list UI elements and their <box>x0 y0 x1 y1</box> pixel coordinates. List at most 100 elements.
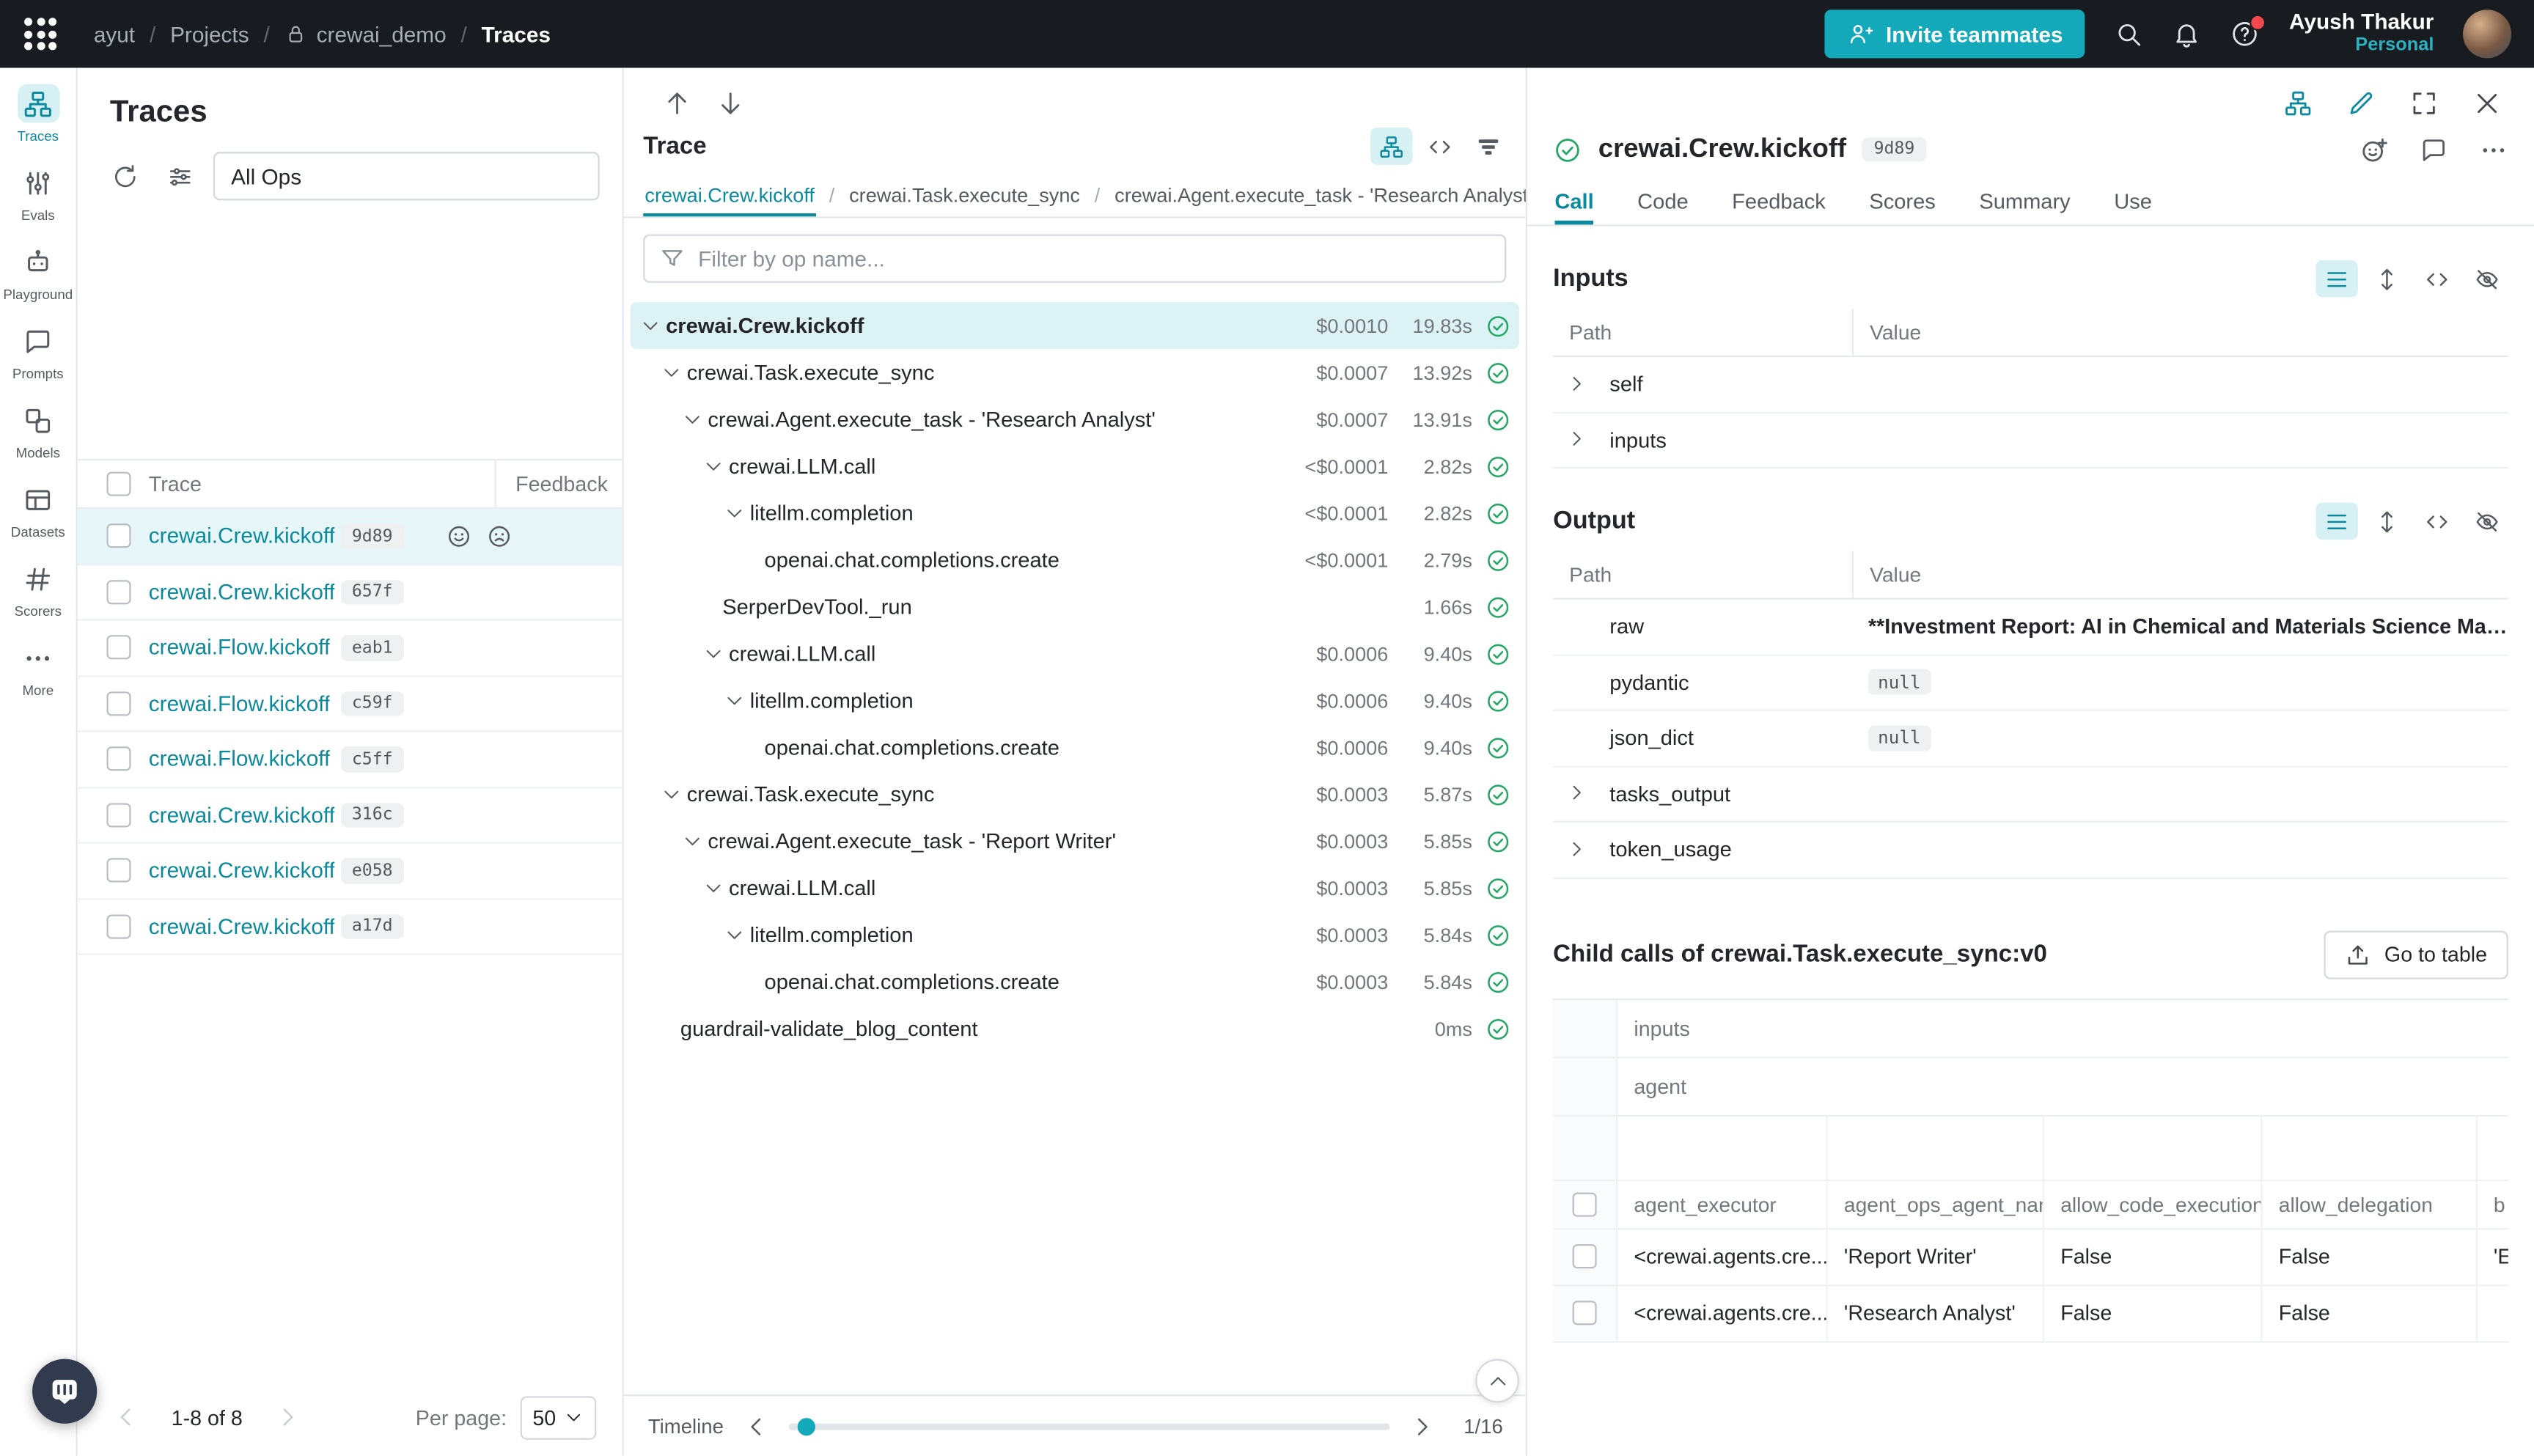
trace-tree-node[interactable]: openai.chat.completions.create$0.00035.8… <box>631 958 1519 1005</box>
trace-row[interactable]: crewai.Crew.kickoffe058 <box>78 844 623 900</box>
output-code-view-button[interactable] <box>2416 502 2458 540</box>
breadcrumb-projects[interactable]: Projects <box>170 22 249 46</box>
tab-code[interactable]: Code <box>1637 177 1688 224</box>
trace-tree-node[interactable]: SerperDevTool._run1.66s <box>631 584 1519 630</box>
op-filter-input[interactable] <box>698 246 1490 271</box>
trace-tree-node[interactable]: litellm.completion$0.00069.40s <box>631 677 1519 724</box>
trace-link[interactable]: crewai.Flow.kickoff <box>149 691 331 716</box>
comment-icon[interactable] <box>2420 135 2449 164</box>
select-all-checkbox[interactable] <box>1573 1192 1597 1216</box>
kv-row-json_dict[interactable]: json_dictnull <box>1553 711 2508 767</box>
rail-item-evals[interactable]: Evals <box>1 163 75 224</box>
trace-tree-node[interactable]: crewai.Agent.execute_task - 'Report Writ… <box>631 817 1519 864</box>
per-page-select[interactable]: 50 <box>520 1395 597 1439</box>
inputs-expand-rows-button[interactable] <box>2366 260 2408 298</box>
trace-tree-node[interactable]: crewai.LLM.call$0.00035.85s <box>631 864 1519 911</box>
chevron-right-icon[interactable] <box>1566 782 1589 805</box>
chevron-down-icon[interactable] <box>658 359 683 385</box>
search-icon[interactable] <box>2115 19 2144 48</box>
rail-item-prompts[interactable]: Prompts <box>1 322 75 382</box>
trace-tree-node[interactable]: crewai.LLM.call<$0.00012.82s <box>631 443 1519 490</box>
timeline-slider[interactable] <box>788 1423 1389 1430</box>
timeline-prev-button[interactable] <box>743 1413 768 1438</box>
trace-link[interactable]: crewai.Flow.kickoff <box>149 747 331 771</box>
inputs-hide-button[interactable] <box>2466 260 2508 298</box>
next-trace-button[interactable] <box>716 89 745 118</box>
chevron-right-icon[interactable] <box>1566 429 1589 452</box>
breadcrumb-project[interactable]: crewai_demo <box>284 22 447 46</box>
timeline-next-button[interactable] <box>1409 1413 1435 1438</box>
code-view-button[interactable] <box>1419 128 1461 165</box>
notifications-icon[interactable] <box>2173 19 2202 48</box>
rail-item-models[interactable]: Models <box>1 401 75 461</box>
trace-tree-node[interactable]: crewai.Task.execute_sync$0.000713.92s <box>631 349 1519 396</box>
chevron-down-icon[interactable] <box>699 453 725 479</box>
chevron-right-icon[interactable] <box>1566 373 1589 396</box>
call-id-badge[interactable]: 9d89 <box>1862 137 1926 162</box>
overflow-menu-icon[interactable] <box>2479 135 2508 164</box>
trace-row[interactable]: crewai.Crew.kickoffa17d <box>78 900 623 955</box>
trace-link[interactable]: crewai.Flow.kickoff <box>149 636 331 660</box>
user-menu[interactable]: Ayush Thakur Personal <box>2289 10 2434 58</box>
trace-path-tab[interactable]: crewai.Task.execute_sync <box>848 173 1081 217</box>
add-reaction-icon[interactable] <box>2359 135 2389 164</box>
help-icon[interactable] <box>2231 19 2261 48</box>
refresh-button[interactable] <box>103 155 145 197</box>
edit-icon[interactable] <box>2346 89 2376 118</box>
trace-tree-node[interactable]: litellm.completion<$0.00012.82s <box>631 490 1519 537</box>
row-checkbox[interactable] <box>1573 1301 1597 1325</box>
child-call-row[interactable]: <crewai.agents.cre...'Research Analyst'F… <box>1553 1285 2508 1342</box>
output-expand-rows-button[interactable] <box>2366 502 2408 540</box>
trace-link[interactable]: crewai.Crew.kickoff <box>149 803 335 827</box>
timeline-handle[interactable] <box>798 1417 815 1435</box>
trace-row[interactable]: crewai.Crew.kickoff657f <box>78 565 623 620</box>
chevron-down-icon[interactable] <box>679 406 705 432</box>
invite-teammates-button[interactable]: Invite teammates <box>1824 10 2085 58</box>
tab-scores[interactable]: Scores <box>1869 177 1935 224</box>
row-checkbox[interactable] <box>106 858 131 883</box>
row-checkbox[interactable] <box>106 747 131 771</box>
tab-summary[interactable]: Summary <box>1979 177 2070 224</box>
trace-tree-node[interactable]: crewai.LLM.call$0.00069.40s <box>631 630 1519 677</box>
tab-use[interactable]: Use <box>2114 177 2152 224</box>
breadcrumb-team[interactable]: ayut <box>94 22 135 46</box>
chevron-right-icon[interactable] <box>1566 838 1589 861</box>
trace-row[interactable]: crewai.Crew.kickoff316c <box>78 787 623 843</box>
trace-link[interactable]: crewai.Crew.kickoff <box>149 580 335 604</box>
breadcrumb-page[interactable]: Traces <box>482 22 551 46</box>
trace-tree-node[interactable]: crewai.Crew.kickoff$0.001019.83s <box>631 302 1519 349</box>
trace-tree-node[interactable]: guardrail-validate_blog_content0ms <box>631 1005 1519 1052</box>
row-checkbox[interactable] <box>106 803 131 827</box>
trace-tree-node[interactable]: openai.chat.completions.create$0.00069.4… <box>631 724 1519 771</box>
row-checkbox[interactable] <box>106 914 131 938</box>
positive-feedback-icon[interactable] <box>446 523 471 549</box>
kv-row-inputs[interactable]: inputs <box>1553 413 2508 468</box>
trace-link[interactable]: crewai.Crew.kickoff <box>149 914 335 938</box>
wandb-logo-icon[interactable] <box>16 10 65 58</box>
next-page-button[interactable] <box>275 1404 301 1430</box>
fullscreen-icon[interactable] <box>2409 89 2439 118</box>
child-call-row[interactable]: <crewai.agents.cre...'Report Writer'Fals… <box>1553 1229 2508 1285</box>
rail-item-more[interactable]: More <box>1 639 75 699</box>
collapse-timeline-button[interactable] <box>1475 1359 1519 1403</box>
chat-widget-button[interactable] <box>32 1359 97 1424</box>
kv-row-self[interactable]: self <box>1553 357 2508 413</box>
chevron-down-icon[interactable] <box>721 688 746 713</box>
trace-tree-node[interactable]: crewai.Agent.execute_task - 'Research An… <box>631 396 1519 443</box>
inputs-list-view-button[interactable] <box>2316 260 2357 298</box>
output-list-view-button[interactable] <box>2316 502 2357 540</box>
trace-path-tab[interactable]: crewai.Agent.execute_task - 'Research An… <box>1113 173 1526 217</box>
prev-page-button[interactable] <box>113 1404 139 1430</box>
row-checkbox[interactable] <box>106 524 131 548</box>
trace-row[interactable]: crewai.Flow.kickoffc5ff <box>78 732 623 787</box>
chevron-down-icon[interactable] <box>658 782 683 807</box>
trace-tree-node[interactable]: crewai.Task.execute_sync$0.00035.87s <box>631 771 1519 817</box>
rail-item-playground[interactable]: Playground <box>1 243 75 303</box>
filter-settings-button[interactable] <box>158 155 200 197</box>
trace-tree-node[interactable]: litellm.completion$0.00035.84s <box>631 911 1519 958</box>
trace-link[interactable]: crewai.Crew.kickoff <box>149 524 335 548</box>
trace-path-tab[interactable]: crewai.Crew.kickoff <box>643 173 816 217</box>
trace-link[interactable]: crewai.Crew.kickoff <box>149 858 335 883</box>
negative-feedback-icon[interactable] <box>486 523 512 549</box>
rail-item-datasets[interactable]: Datasets <box>1 480 75 540</box>
